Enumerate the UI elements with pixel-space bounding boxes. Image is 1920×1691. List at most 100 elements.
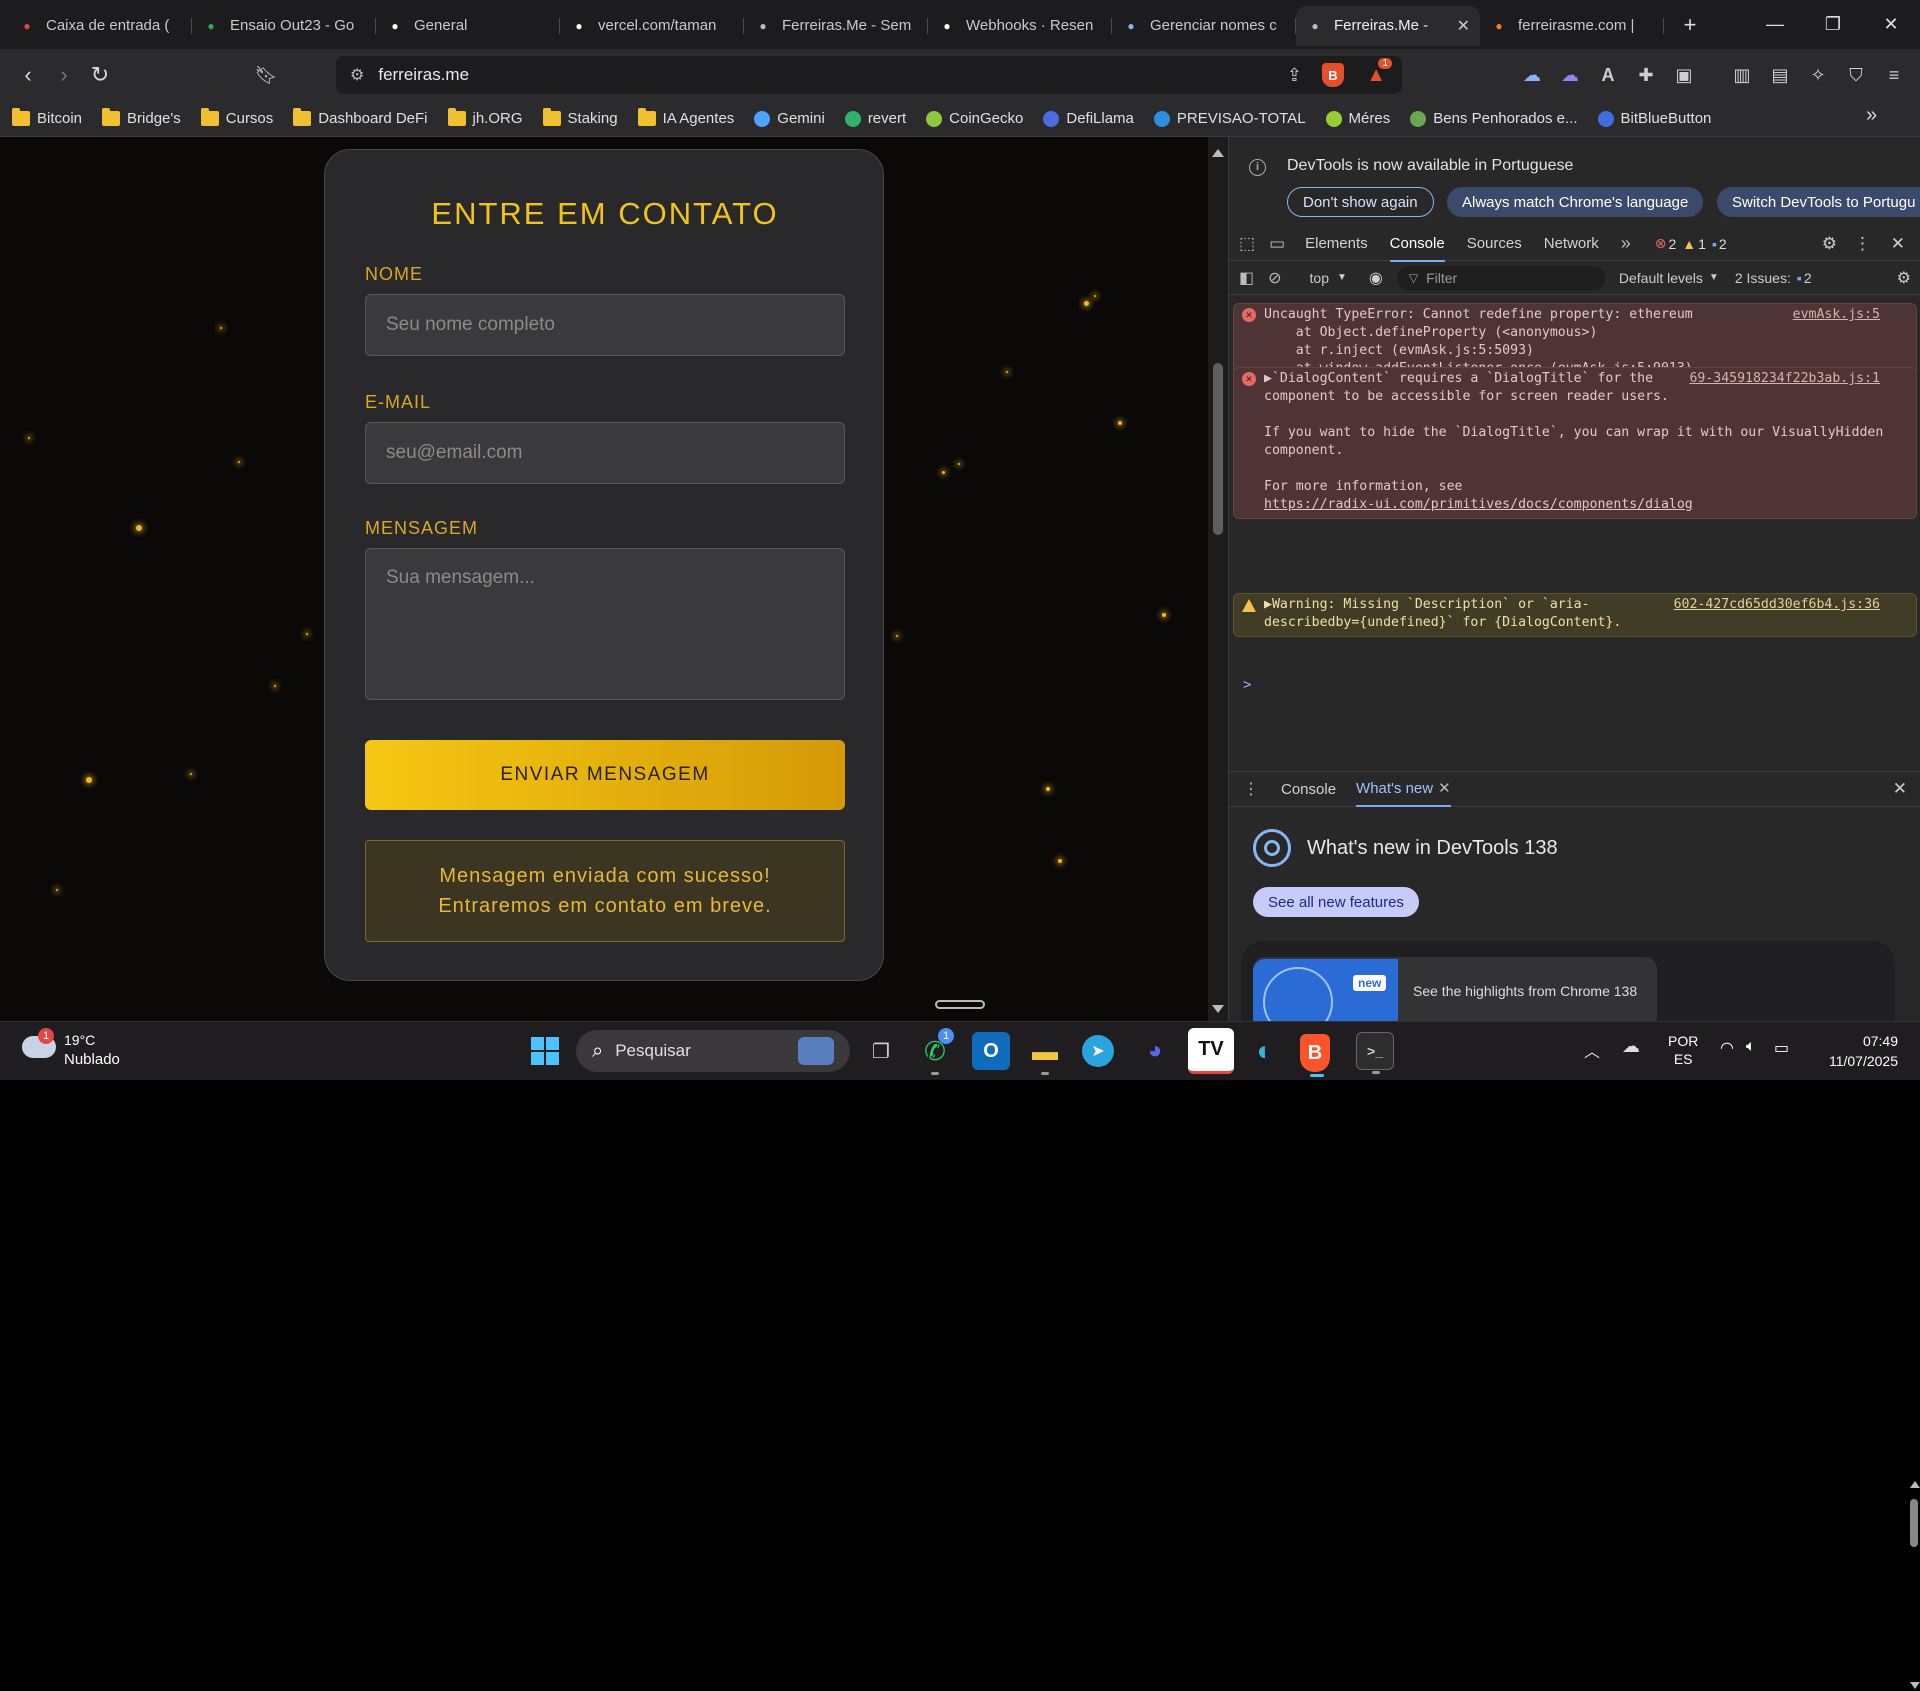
drawer-menu-icon[interactable]: ⋮ <box>1243 779 1259 799</box>
bookmark-item[interactable]: CoinGecko <box>926 110 1023 127</box>
share-icon[interactable]: ⇪ <box>1287 65 1302 86</box>
telegram-icon[interactable]: ➤ <box>1082 1035 1114 1067</box>
device-toolbar-icon[interactable]: ▭ <box>1269 234 1285 254</box>
scroll-down-icon[interactable] <box>1212 1005 1224 1013</box>
browser-tab[interactable]: ● ferreirasme.com | <box>1480 6 1664 46</box>
wifi-icon[interactable]: ◠ <box>1720 1038 1734 1058</box>
name-input[interactable]: Seu nome completo <box>365 294 845 356</box>
page-scrollbar[interactable] <box>1208 137 1228 1021</box>
bookmark-item[interactable]: IA Agentes <box>637 108 734 127</box>
console-error-message[interactable]: ✕ ▶`DialogContent` requires a `DialogTitl… <box>1233 367 1917 519</box>
match-language-button[interactable]: Always match Chrome's language <box>1447 187 1704 217</box>
browser-tab[interactable]: ● Ferreiras.Me - ✕ <box>1296 5 1480 46</box>
site-settings-icon[interactable]: ⚙ <box>350 65 364 85</box>
scrollbar-thumb[interactable] <box>1213 363 1223 535</box>
clear-console-icon[interactable]: ⊘ <box>1268 268 1281 288</box>
taskbar-search[interactable]: ⌕ Pesquisar <box>576 1030 850 1072</box>
dont-show-again-button[interactable]: Don't show again <box>1287 187 1434 217</box>
browser-tab[interactable]: ● Webhooks · Resen <box>928 6 1112 46</box>
menu-icon[interactable]: ≡ <box>1880 61 1908 89</box>
vpn-icon[interactable]: ⛉ <box>1842 61 1870 89</box>
language-indicator[interactable]: POR ES <box>1668 1032 1698 1068</box>
sidebar-toggle-icon[interactable]: ▥ <box>1728 61 1756 89</box>
chevron-up-icon[interactable]: ︿ <box>1584 1038 1600 1062</box>
battery-icon[interactable]: ▭ <box>1774 1038 1789 1058</box>
bookmark-item[interactable]: revert <box>844 110 906 127</box>
info-count-icon[interactable]: ▪ <box>1712 236 1717 252</box>
file-explorer-icon[interactable]: ▬ <box>1026 1032 1064 1075</box>
brave-icon[interactable]: B <box>1300 1034 1330 1077</box>
devtools-tab-elements[interactable]: Elements <box>1305 227 1368 261</box>
outlook-icon[interactable]: O <box>972 1032 1010 1070</box>
horizontal-scroll-handle[interactable] <box>935 1000 985 1009</box>
console-line[interactable]: https://radix-ui.com/primitives/docs/com… <box>1264 496 1910 514</box>
volume-icon[interactable]: 🔈︎ <box>1746 1038 1756 1056</box>
bookmark-item[interactable]: Cursos <box>200 108 273 127</box>
close-tab-icon[interactable]: ✕ <box>1438 779 1451 797</box>
warning-count-icon[interactable]: ▲ <box>1682 236 1696 252</box>
switch-language-button[interactable]: Switch DevTools to Portugu <box>1717 187 1920 217</box>
console-settings-icon[interactable]: ⚙ <box>1897 268 1911 288</box>
new-tab-button[interactable]: + <box>1670 12 1710 38</box>
browser-tab[interactable]: ● vercel.com/taman <box>560 6 744 46</box>
restore-button[interactable]: ❐ <box>1804 0 1862 49</box>
devtools-tab-console[interactable]: Console <box>1389 227 1445 262</box>
bookmark-item[interactable]: Bens Penhorados e... <box>1410 110 1578 127</box>
message-textarea[interactable]: Sua mensagem... <box>365 548 845 700</box>
start-button[interactable] <box>526 1032 564 1070</box>
devtools-tab-sources[interactable]: Sources <box>1467 227 1522 261</box>
reload-button[interactable]: ↻ <box>82 57 118 93</box>
forward-button[interactable]: › <box>46 57 82 93</box>
eye-icon[interactable]: ◉ <box>1369 268 1383 288</box>
close-devtools-icon[interactable]: ✕ <box>1891 234 1905 254</box>
kebab-menu-icon[interactable]: ⋮ <box>1854 234 1871 254</box>
bookmark-item[interactable]: PREVISAO-TOTAL <box>1153 110 1306 127</box>
bookmark-button[interactable]: 🔖︎ <box>248 57 284 93</box>
see-all-features-button[interactable]: See all new features <box>1253 887 1419 917</box>
close-window-button[interactable]: ✕ <box>1862 0 1920 49</box>
email-input[interactable]: seu@email.com <box>365 422 845 484</box>
extension-icon-2[interactable]: ☁ <box>1556 61 1584 89</box>
submit-button[interactable]: ENVIAR MENSAGEM <box>365 740 845 810</box>
console-warning-message[interactable]: ▶Warning: Missing `Description` or `aria… <box>1233 593 1917 637</box>
levels-dropdown[interactable]: Default levels <box>1619 270 1703 286</box>
bookmark-item[interactable]: Bitcoin <box>12 108 82 127</box>
settings-icon[interactable]: ⚙ <box>1822 234 1837 254</box>
bookmark-item[interactable]: Bridge's <box>102 108 181 127</box>
browser-tab[interactable]: ● Ensaio Out23 - Go <box>192 6 376 46</box>
console-source-link[interactable]: 602-427cd65dd30ef6b4.js:36 <box>1674 596 1880 614</box>
bookmark-item[interactable]: BitBlueButton <box>1597 110 1711 127</box>
bookmark-item[interactable]: DefiLlama <box>1043 110 1134 127</box>
drawer-tab-console[interactable]: Console <box>1281 781 1336 798</box>
extensions-puzzle-icon[interactable]: ✚ <box>1632 61 1660 89</box>
edge-icon[interactable]: ◐ <box>1246 1032 1284 1070</box>
issues-label[interactable]: 2 Issues: <box>1735 270 1791 286</box>
bookmark-item[interactable]: jh.ORG <box>447 108 523 127</box>
devtools-tab-network[interactable]: Network <box>1544 227 1599 261</box>
browser-tab[interactable]: ● Ferreiras.Me - Sem <box>744 6 928 46</box>
terminal-icon[interactable]: >_ <box>1356 1032 1394 1074</box>
console-source-link[interactable]: evmAsk.js:5 <box>1793 306 1880 324</box>
extension-icon-3[interactable]: A <box>1594 61 1622 89</box>
drawer-tab-whatsnew[interactable]: What's new ✕ <box>1356 771 1451 807</box>
console-prompt[interactable]: > <box>1243 677 1251 693</box>
clock[interactable]: 07:49 11/07/2025 <box>1800 1031 1898 1071</box>
address-bar[interactable]: ⚙ ferreiras.me ⇪ B ▲ 1 <box>336 56 1402 94</box>
browser-tab[interactable]: ● General <box>376 6 560 46</box>
bookmark-item[interactable]: Gemini <box>754 110 825 127</box>
bookmark-item[interactable]: Dashboard DeFi <box>293 108 428 127</box>
browser-tab[interactable]: ● Caixa de entrada ( <box>8 6 192 46</box>
wallet-icon[interactable]: ▤ <box>1766 61 1794 89</box>
extension-icon-1[interactable]: ☁ <box>1518 61 1546 89</box>
filter-input[interactable]: ▽ Filter <box>1396 265 1605 290</box>
browser-tab[interactable]: ● Gerenciar nomes c <box>1112 6 1296 46</box>
discord-icon[interactable]: ◕ <box>1136 1032 1174 1070</box>
brave-shields-icon[interactable]: B <box>1322 63 1344 87</box>
sidebar-toggle-icon[interactable]: ◧ <box>1239 268 1254 288</box>
back-button[interactable]: ‹ <box>10 57 46 93</box>
inspect-icon[interactable]: ⬚ <box>1239 234 1255 254</box>
highlight-item[interactable]: new See the highlights from Chrome 138 <box>1253 957 1657 1029</box>
tradingview-icon[interactable]: TV <box>1188 1028 1234 1074</box>
bookmarks-overflow-icon[interactable]: » <box>1866 104 1877 127</box>
screenshot-icon[interactable]: ▣ <box>1670 61 1698 89</box>
